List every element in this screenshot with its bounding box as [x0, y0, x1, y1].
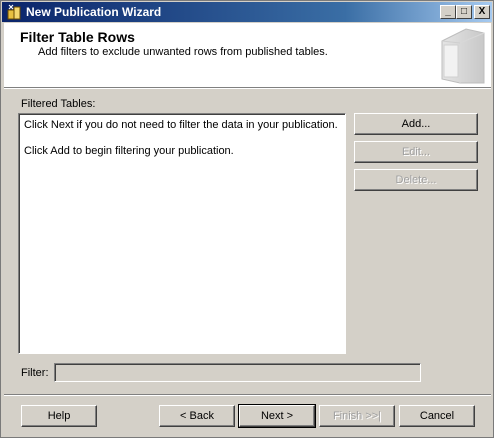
app-icon	[6, 4, 22, 20]
wizard-window: New Publication Wizard _ □ X Filter Tabl…	[0, 0, 494, 438]
window-title: New Publication Wizard	[26, 5, 162, 19]
add-filter-button[interactable]: Add...	[354, 113, 478, 135]
filter-field[interactable]	[54, 363, 421, 382]
help-button[interactable]: Help	[21, 405, 97, 427]
minimize-button[interactable]: _	[440, 5, 456, 19]
page-title: Filter Table Rows	[20, 29, 135, 45]
maximize-button[interactable]: □	[456, 5, 472, 19]
footer-divider-highlight	[4, 395, 491, 396]
back-button[interactable]: < Back	[159, 405, 235, 427]
filtered-tables-label: Filtered Tables:	[21, 98, 96, 110]
cancel-button[interactable]: Cancel	[399, 405, 475, 427]
wizard-header: Filter Table Rows Add filters to exclude…	[4, 23, 491, 87]
filter-label: Filter:	[21, 367, 49, 379]
wizard-book-icon	[432, 23, 488, 85]
list-message-next: Click Next if you do not need to filter …	[24, 119, 338, 131]
edit-filter-button[interactable]: Edit...	[354, 141, 478, 163]
title-bar[interactable]: New Publication Wizard _ □ X	[2, 2, 492, 22]
next-button[interactable]: Next >	[238, 404, 316, 428]
finish-button[interactable]: Finish >>|	[319, 405, 395, 427]
filtered-tables-list[interactable]: Click Next if you do not need to filter …	[18, 113, 346, 354]
header-divider-highlight	[4, 88, 491, 89]
page-subtitle: Add filters to exclude unwanted rows fro…	[38, 46, 328, 58]
delete-filter-button[interactable]: Delete...	[354, 169, 478, 191]
list-message-add: Click Add to begin filtering your public…	[24, 145, 234, 157]
close-button[interactable]: X	[474, 5, 490, 19]
